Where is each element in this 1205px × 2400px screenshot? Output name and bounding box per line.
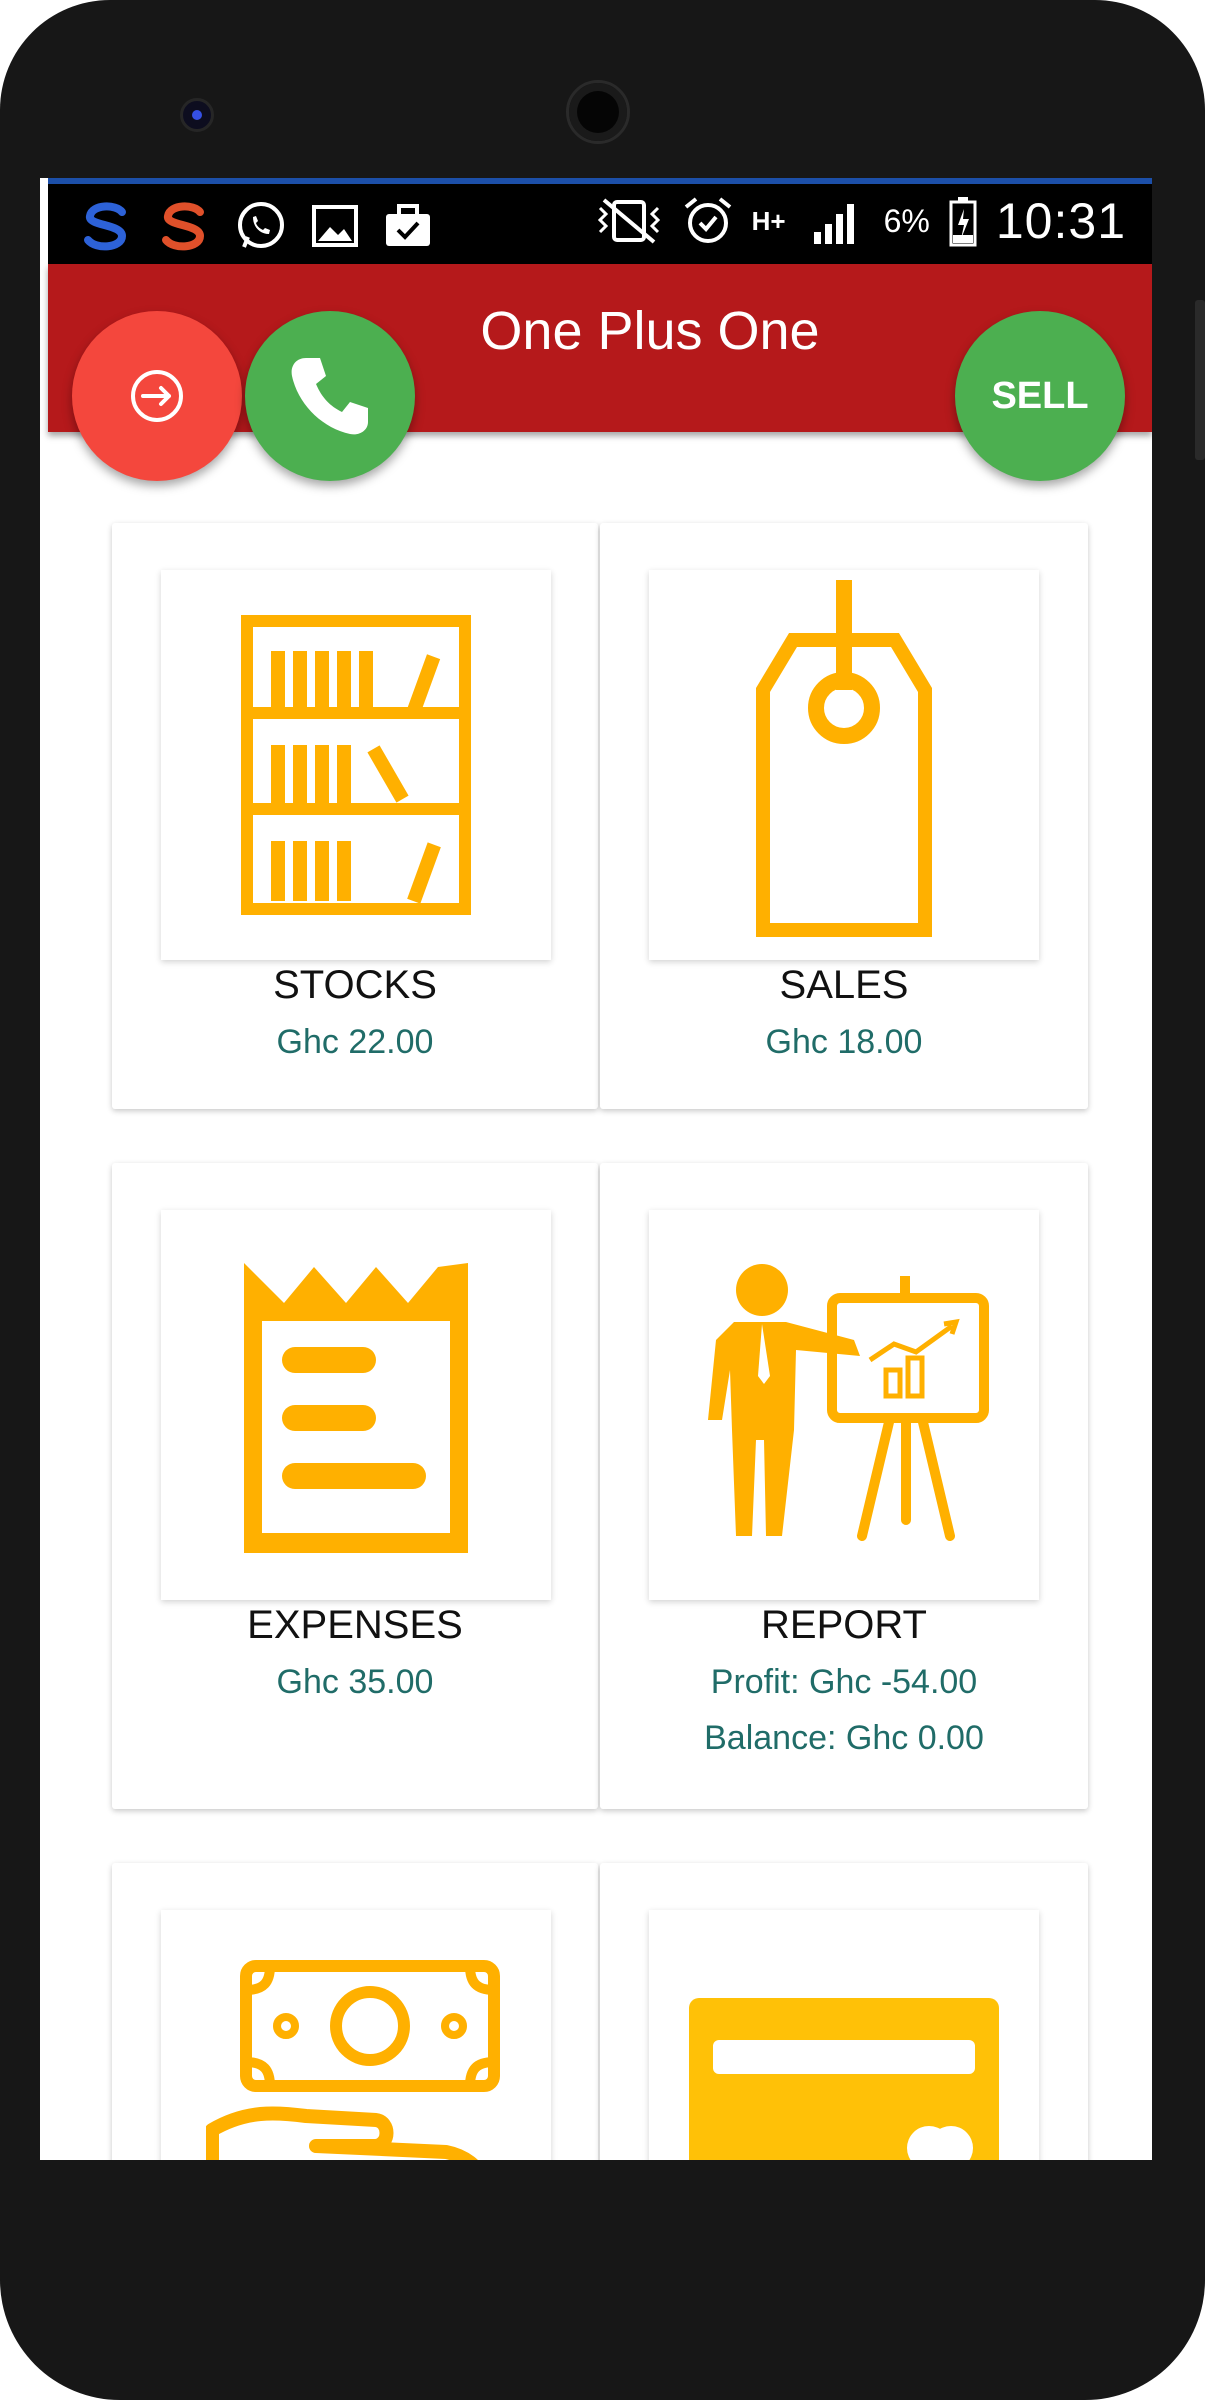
briefcase-icon (386, 204, 430, 246)
credit-card-card[interactable] (600, 1863, 1088, 2160)
system-indicators: H+ 6% 10:31 (594, 192, 1126, 250)
front-camera (180, 98, 214, 132)
sales-value: Ghc 18.00 (765, 1023, 923, 1061)
expenses-tile (161, 1210, 551, 1600)
sell-button[interactable]: SELL (955, 311, 1125, 481)
credit-card-tile (649, 1910, 1039, 2160)
stocks-card[interactable]: STOCKS Ghc 22.00 (112, 523, 598, 1109)
app-s-blue-icon (84, 202, 127, 251)
logout-button[interactable] (72, 311, 242, 481)
network-type-label: H+ (751, 206, 786, 236)
phone-icon (291, 358, 368, 435)
gallery-icon (312, 205, 358, 247)
report-balance: Balance: Ghc 0.00 (704, 1719, 984, 1757)
app-title: One Plus One (480, 301, 820, 361)
logout-icon (131, 370, 183, 422)
credit-card-icon (689, 1998, 999, 2160)
stocks-tile (161, 570, 551, 960)
payment-tile (161, 1910, 551, 2160)
notification-icons (78, 198, 434, 254)
expenses-value: Ghc 35.00 (276, 1663, 434, 1701)
report-title: REPORT (761, 1603, 927, 1647)
payment-card[interactable] (112, 1863, 598, 2160)
expenses-card[interactable]: EXPENSES Ghc 35.00 (112, 1163, 598, 1809)
side-button (1195, 300, 1205, 460)
status-bar: H+ 6% 10:31 (48, 178, 1152, 264)
alarm-icon (684, 197, 731, 243)
app-s-orange-icon (162, 202, 205, 251)
report-card[interactable]: REPORT Profit: Ghc -54.00 Balance: Ghc 0… (600, 1163, 1088, 1809)
receipt-icon (244, 1263, 468, 1553)
bookshelf-icon (241, 615, 471, 915)
screen: H+ 6% 10:31 One Plus One SELL STOCKS Ghc… (40, 178, 1152, 2160)
presentation-icon (708, 1264, 989, 1541)
sales-card[interactable]: SALES Ghc 18.00 (600, 523, 1088, 1109)
call-button[interactable] (245, 311, 415, 481)
price-tag-icon (756, 580, 932, 937)
signal-icon (813, 204, 854, 244)
sales-tile (649, 570, 1039, 960)
whatsapp-icon (238, 202, 284, 248)
clock: 10:31 (995, 193, 1126, 249)
phone-frame: H+ 6% 10:31 One Plus One SELL STOCKS Ghc… (0, 0, 1205, 2400)
cash-hand-icon (206, 1960, 500, 2160)
vibrate-mute-icon (597, 198, 660, 244)
stocks-title: STOCKS (273, 963, 437, 1007)
earpiece-speaker (566, 80, 630, 144)
report-profit: Profit: Ghc -54.00 (710, 1663, 978, 1701)
battery-icon (949, 197, 977, 247)
sell-label: SELL (991, 374, 1089, 417)
report-tile (649, 1210, 1039, 1600)
sales-title: SALES (779, 963, 909, 1007)
expenses-title: EXPENSES (247, 1603, 463, 1647)
stocks-value: Ghc 22.00 (276, 1023, 434, 1061)
battery-percent: 6% (883, 202, 930, 239)
